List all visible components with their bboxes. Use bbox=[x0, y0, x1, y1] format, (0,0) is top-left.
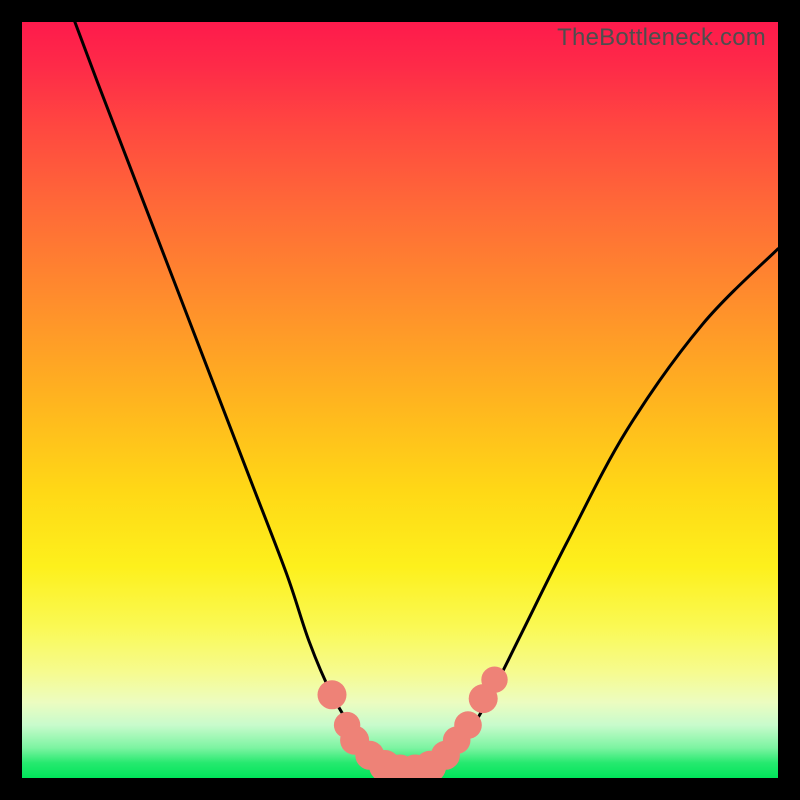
chart-frame: TheBottleneck.com bbox=[0, 0, 800, 800]
highlight-dot bbox=[318, 680, 347, 709]
bottleneck-curve bbox=[75, 22, 778, 771]
highlight-dot bbox=[454, 711, 482, 739]
highlight-dots bbox=[318, 667, 508, 779]
highlight-dot bbox=[481, 667, 507, 693]
chart-svg bbox=[22, 22, 778, 778]
chart-plot-area: TheBottleneck.com bbox=[22, 22, 778, 778]
